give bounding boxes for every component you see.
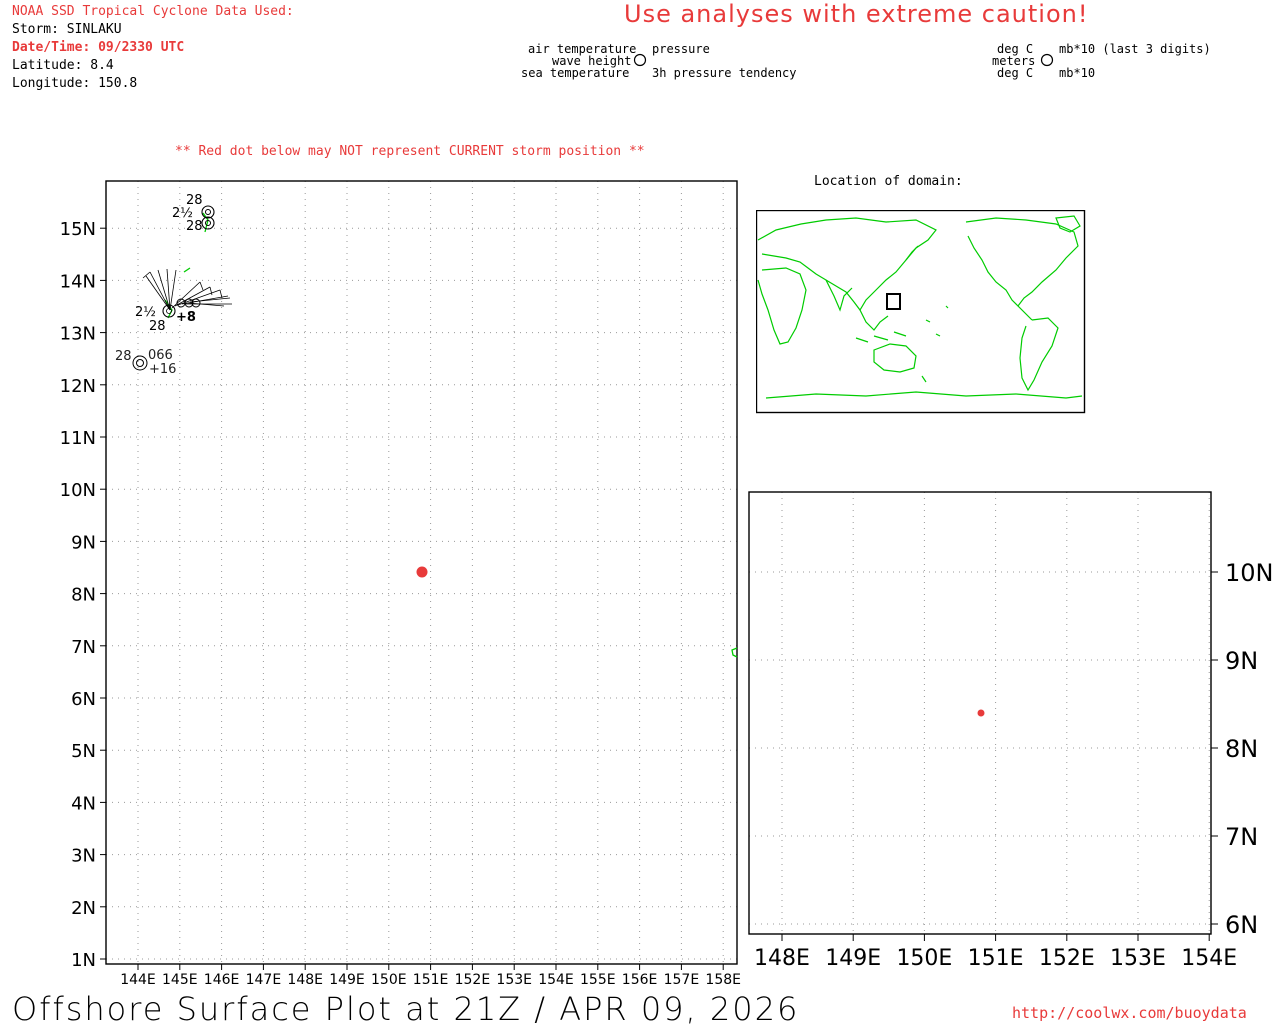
inset-lon-label-148E: 148E xyxy=(754,946,810,971)
inset-lat-label-10N: 10N xyxy=(1225,559,1274,587)
inset-map-gridlines xyxy=(749,492,1218,941)
inset-map: 6N 7N 8N 9N 10N 148E 149E 150E 151E 152E 153E 154E xyxy=(748,491,1274,971)
inset-lon-label-154E: 154E xyxy=(1181,946,1237,971)
inset-lon-label-151E: 151E xyxy=(968,946,1024,971)
inset-lon-label-152E: 152E xyxy=(1039,946,1095,971)
inset-lat-label-9N: 9N xyxy=(1225,647,1258,675)
inset-lat-label-7N: 7N xyxy=(1225,823,1258,851)
plot-title: Offshore Surface Plot at 21Z / APR 09, 2… xyxy=(12,990,800,1028)
source-url-link[interactable]: http://coolwx.com/buoydata xyxy=(1012,1004,1247,1022)
inset-lon-label-150E: 150E xyxy=(896,946,952,971)
inset-map-lat-labels: 6N 7N 8N 9N 10N xyxy=(1225,559,1274,939)
inset-lat-label-8N: 8N xyxy=(1225,735,1258,763)
inset-storm-position-dot xyxy=(977,709,985,717)
inset-lat-label-6N: 6N xyxy=(1225,911,1258,939)
inset-lon-label-153E: 153E xyxy=(1110,946,1166,971)
inset-map-lon-labels: 148E 149E 150E 151E 152E 153E 154E xyxy=(754,946,1237,971)
inset-lon-label-149E: 149E xyxy=(825,946,881,971)
